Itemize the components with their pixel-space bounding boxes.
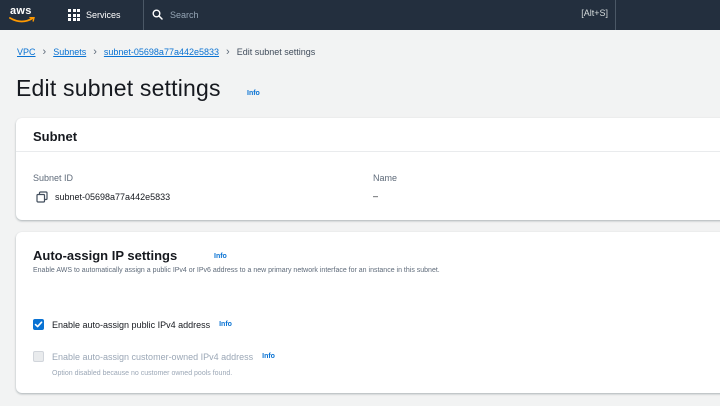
search-input[interactable] — [170, 6, 550, 24]
search-box[interactable]: [Alt+S] — [150, 4, 614, 26]
aws-logo[interactable]: aws — [8, 4, 42, 26]
customer-owned-ipv4-hint: Option disabled because no customer owne… — [52, 370, 233, 377]
customer-owned-ipv4-label: Enable auto-assign customer-owned IPv4 a… — [52, 351, 254, 362]
subnet-panel-header: Subnet — [16, 118, 720, 152]
name-label: Name — [373, 173, 398, 183]
breadcrumb-subnet-id[interactable]: subnet-05698a77a442e5833 — [104, 47, 219, 57]
breadcrumb-current: Edit subnet settings — [236, 47, 316, 57]
auto-assign-ip-panel: Auto-assign IP settings Info Enable AWS … — [16, 232, 720, 393]
aws-smile-icon — [9, 17, 35, 23]
subnet-id-label: Subnet ID — [33, 173, 74, 183]
chevron-right-icon: › — [42, 45, 47, 58]
auto-assign-info-link[interactable]: Info — [214, 253, 227, 260]
search-shortcut-hint: [Alt+S] — [581, 8, 608, 18]
chevron-right-icon: › — [226, 45, 230, 58]
top-navigation: aws Services [Alt+S] — [0, 0, 720, 30]
aws-logo-text: aws — [10, 5, 32, 17]
copy-icon[interactable] — [36, 191, 48, 203]
public-ipv4-info-link[interactable]: Info — [219, 321, 232, 328]
public-ipv4-checkbox[interactable] — [33, 319, 44, 330]
search-icon — [152, 9, 163, 20]
auto-assign-panel-title: Auto-assign IP settings — [33, 248, 178, 263]
subnet-panel: Subnet Subnet ID subnet-05698a77a442e583… — [16, 118, 720, 220]
page-title: Edit subnet settings — [16, 75, 221, 101]
public-ipv4-label[interactable]: Enable auto-assign public IPv4 address — [52, 320, 210, 330]
public-ipv4-option[interactable]: Enable auto-assign public IPv4 address I… — [33, 319, 232, 330]
customer-owned-ipv4-option: Enable auto-assign customer-owned IPv4 a… — [33, 351, 275, 362]
services-menu-button[interactable]: Services — [60, 0, 129, 30]
auto-assign-description: Enable AWS to automatically assign a pub… — [33, 267, 440, 274]
subnet-id-field: subnet-05698a77a442e5833 — [36, 191, 170, 203]
customer-owned-ipv4-checkbox — [33, 351, 44, 362]
services-label: Services — [86, 10, 121, 20]
subnet-panel-title: Subnet — [33, 129, 78, 144]
name-value: – — [373, 191, 379, 201]
nav-divider — [615, 0, 616, 30]
breadcrumb: VPC › Subnets › subnet-05698a77a442e5833… — [17, 45, 316, 58]
checkmark-icon — [34, 321, 43, 328]
breadcrumb-subnets[interactable]: Subnets — [53, 47, 86, 57]
grid-icon — [68, 9, 80, 21]
breadcrumb-vpc[interactable]: VPC — [17, 47, 36, 57]
subnet-id-value: subnet-05698a77a442e5833 — [55, 192, 171, 202]
chevron-right-icon: › — [93, 45, 97, 58]
customer-owned-ipv4-info-link[interactable]: Info — [262, 353, 275, 360]
page-info-link[interactable]: Info — [247, 90, 260, 97]
nav-divider — [143, 0, 144, 30]
